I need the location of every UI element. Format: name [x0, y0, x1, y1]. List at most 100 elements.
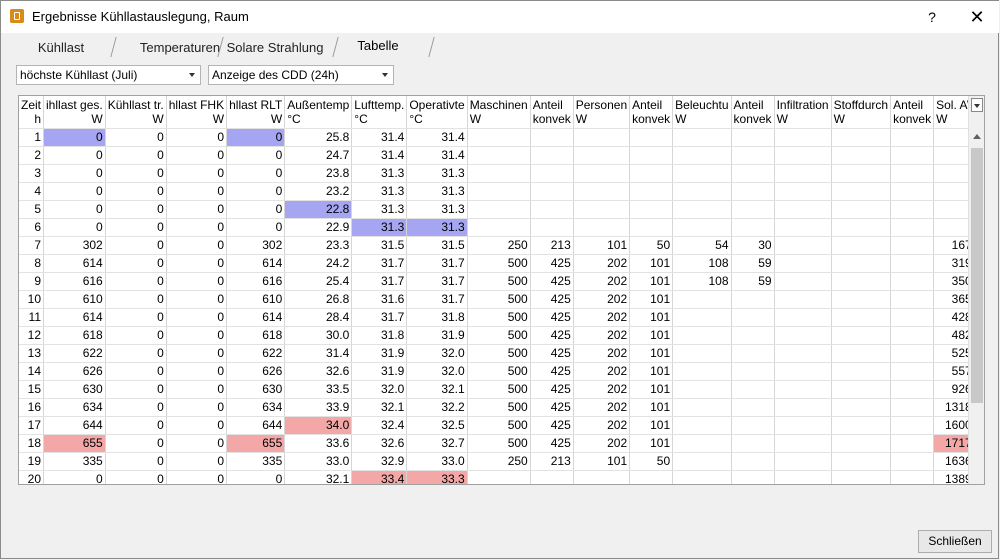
table-cell[interactable]: 0: [166, 128, 228, 147]
table-cell[interactable]: 425: [530, 362, 574, 381]
table-cell[interactable]: 101: [573, 236, 631, 255]
table-cell[interactable]: [774, 416, 832, 435]
table-cell[interactable]: [774, 272, 832, 291]
scroll-up-icon[interactable]: [973, 134, 981, 139]
table-cell[interactable]: 24.2: [284, 254, 353, 273]
table-cell[interactable]: 425: [530, 254, 574, 273]
table-cell[interactable]: [890, 452, 935, 471]
table-cell[interactable]: [573, 470, 631, 484]
table-row[interactable]: 116140061428.431.731.8500425202101428443…: [19, 308, 984, 327]
table-row[interactable]: 156300063033.532.032.1500425202101926356…: [19, 380, 984, 399]
table-cell[interactable]: [831, 434, 892, 453]
table-cell[interactable]: 11: [19, 308, 45, 327]
table-cell[interactable]: 33.6: [284, 434, 353, 453]
table-cell[interactable]: [831, 362, 892, 381]
table-cell[interactable]: [890, 272, 935, 291]
table-cell[interactable]: [672, 452, 732, 471]
table-cell[interactable]: 32.0: [406, 344, 468, 363]
table-cell[interactable]: 0: [166, 344, 228, 363]
table-cell[interactable]: 14: [19, 362, 45, 381]
table-cell[interactable]: 31.3: [406, 182, 468, 201]
table-cell[interactable]: 0: [166, 308, 228, 327]
table-cell[interactable]: 0: [43, 200, 106, 219]
table-row[interactable]: 2 0 0 0 0 24.7 31.4 31.4: [19, 146, 984, 165]
table-cell[interactable]: 31.3: [406, 218, 468, 237]
table-cell[interactable]: 32.5: [406, 416, 468, 435]
table-cell[interactable]: 10: [19, 290, 45, 309]
table-cell[interactable]: 0: [166, 272, 228, 291]
table-cell[interactable]: 425: [530, 326, 574, 345]
table-cell[interactable]: [890, 200, 935, 219]
table-cell[interactable]: 22.8: [284, 200, 353, 219]
table-cell[interactable]: 500: [467, 380, 531, 399]
table-cell[interactable]: 31.7: [351, 254, 408, 273]
table-cell[interactable]: 0: [105, 200, 167, 219]
table-cell[interactable]: 425: [530, 308, 574, 327]
table-cell[interactable]: 31.8: [406, 308, 468, 327]
table-cell[interactable]: [672, 434, 732, 453]
table-row[interactable]: 20000032.133.433.313894118959: [19, 470, 984, 484]
table-cell[interactable]: [573, 128, 631, 147]
table-cell[interactable]: 0: [166, 326, 228, 345]
table-cell[interactable]: 32.6: [351, 434, 408, 453]
table-cell[interactable]: 59: [731, 272, 775, 291]
table-cell[interactable]: [774, 470, 832, 484]
table-cell[interactable]: [831, 128, 892, 147]
display-select[interactable]: Anzeige des CDD (24h): [208, 65, 394, 85]
table-cell[interactable]: 616: [226, 272, 286, 291]
table-cell[interactable]: [831, 470, 892, 484]
table-cell[interactable]: 500: [467, 290, 531, 309]
table-cell[interactable]: 250: [467, 236, 531, 255]
table-cell[interactable]: 0: [105, 128, 167, 147]
table-cell[interactable]: [890, 380, 935, 399]
table-cell[interactable]: [831, 164, 892, 183]
table-cell[interactable]: 33.0: [406, 452, 468, 471]
table-cell[interactable]: [573, 200, 631, 219]
table-cell[interactable]: 101: [629, 416, 674, 435]
table-cell[interactable]: [890, 218, 935, 237]
table-cell[interactable]: 500: [467, 362, 531, 381]
table-cell[interactable]: [731, 344, 775, 363]
table-cell[interactable]: 32.9: [351, 452, 408, 471]
table-cell[interactable]: 101: [629, 380, 674, 399]
tab-kuehllast[interactable]: Kühllast: [23, 37, 99, 59]
column-header[interactable]: Zeit h: [19, 96, 45, 129]
table-cell[interactable]: 202: [573, 344, 631, 363]
table-cell[interactable]: [530, 146, 574, 165]
table-cell[interactable]: 0: [166, 452, 228, 471]
table-cell[interactable]: 18: [19, 434, 45, 453]
table-cell[interactable]: [831, 416, 892, 435]
vertical-scrollbar[interactable]: [968, 96, 984, 484]
table-cell[interactable]: [774, 308, 832, 327]
table-cell[interactable]: 23.8: [284, 164, 353, 183]
table-cell[interactable]: 425: [530, 434, 574, 453]
table-cell[interactable]: [467, 146, 531, 165]
table-cell[interactable]: 0: [166, 200, 228, 219]
help-button[interactable]: ?: [918, 5, 946, 29]
period-select[interactable]: höchste Kühllast (Juli): [16, 65, 201, 85]
table-cell[interactable]: 0: [105, 236, 167, 255]
table-cell[interactable]: 622: [226, 344, 286, 363]
table-cell[interactable]: 32.4: [351, 416, 408, 435]
table-cell[interactable]: 0: [166, 290, 228, 309]
table-row[interactable]: 186550065533.632.632.7500425202101171779…: [19, 434, 984, 453]
table-cell[interactable]: 0: [166, 146, 228, 165]
table-cell[interactable]: [672, 128, 732, 147]
table-cell[interactable]: 25.4: [284, 272, 353, 291]
table-cell[interactable]: 23.3: [284, 236, 353, 255]
table-cell[interactable]: 213: [530, 452, 574, 471]
table-cell[interactable]: [774, 200, 832, 219]
close-window-button[interactable]: ✕: [963, 5, 991, 29]
table-cell[interactable]: 50: [629, 236, 674, 255]
table-cell[interactable]: 0: [166, 182, 228, 201]
scroll-thumb[interactable]: [971, 148, 983, 403]
table-cell[interactable]: 202: [573, 416, 631, 435]
table-cell[interactable]: 335: [226, 452, 286, 471]
table-cell[interactable]: 32.7: [406, 434, 468, 453]
table-cell[interactable]: [629, 182, 674, 201]
table-cell[interactable]: 302: [43, 236, 106, 255]
table-cell[interactable]: 655: [226, 434, 286, 453]
table-cell[interactable]: [530, 128, 574, 147]
table-cell[interactable]: 31.7: [406, 272, 468, 291]
table-cell[interactable]: 0: [226, 128, 286, 147]
